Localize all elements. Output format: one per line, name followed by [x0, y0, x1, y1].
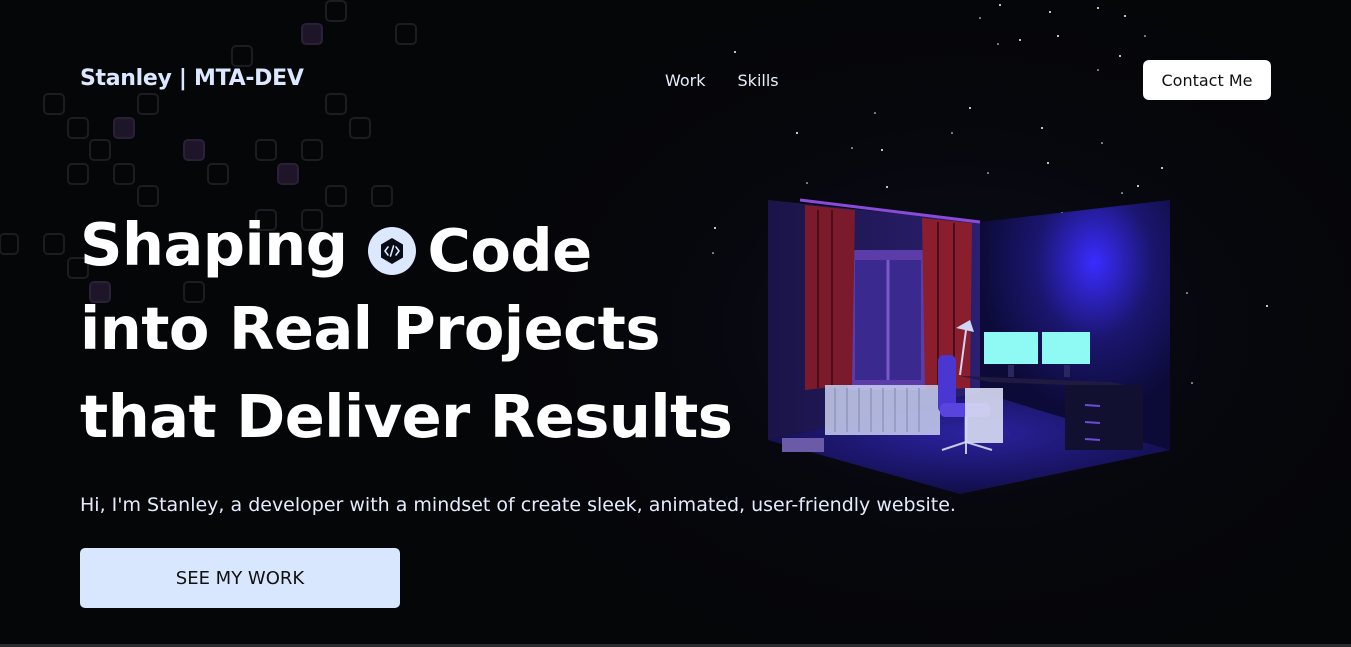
site-logo[interactable]: Stanley | MTA-DEV — [80, 66, 304, 91]
room-illustration — [768, 198, 1170, 494]
nav-link-work[interactable]: Work — [665, 71, 706, 90]
headline-word-shaping: Shaping — [80, 209, 348, 279]
headline-line-1: Shaping Code — [80, 205, 732, 293]
nav-link-skills[interactable]: Skills — [738, 71, 779, 90]
headline-line-3: that Deliver Results — [80, 382, 733, 451]
headline-word-code: Code — [427, 215, 593, 285]
contact-me-button[interactable]: Contact Me — [1143, 60, 1271, 100]
hero-headline: Shaping Code into Real Projects that Deli… — [80, 205, 733, 469]
main-nav: Work Skills — [665, 71, 779, 90]
see-my-work-button[interactable]: SEE MY WORK — [80, 548, 400, 608]
headline-line-2: into Real Projects — [80, 294, 660, 363]
code-icon — [367, 226, 416, 275]
